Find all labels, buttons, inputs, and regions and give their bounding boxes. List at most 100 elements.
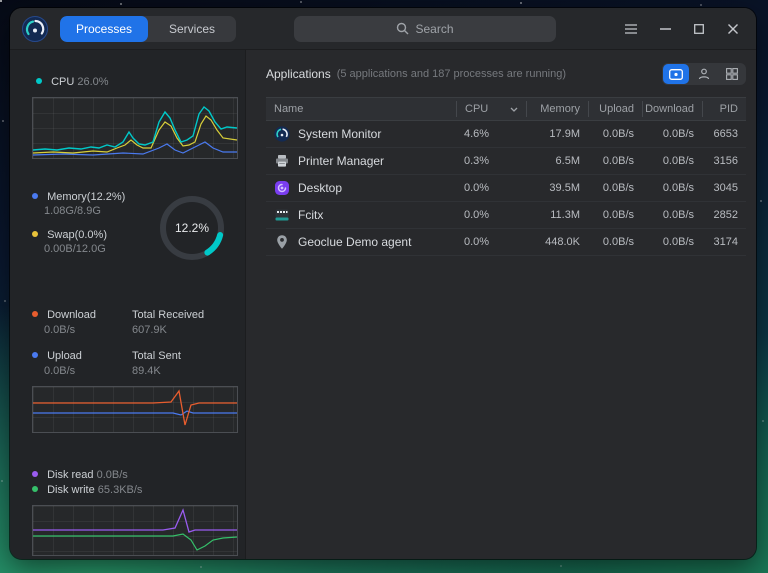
upload-dot-icon bbox=[32, 352, 38, 358]
maximize-button[interactable] bbox=[682, 12, 716, 46]
process-memory: 11.3M bbox=[550, 209, 580, 221]
memory-label: Memory(12.2%) bbox=[47, 191, 126, 203]
column-header-download[interactable]: Download bbox=[642, 101, 702, 117]
process-pid: 6653 bbox=[713, 128, 738, 140]
view-switcher bbox=[662, 63, 746, 85]
total-sent-stat: Total Sent 89.4K bbox=[132, 350, 237, 377]
disk-write-dot-icon bbox=[32, 486, 38, 492]
view-all-processes-button[interactable] bbox=[719, 64, 745, 84]
process-cpu: 0.0% bbox=[464, 182, 490, 194]
swap-detail: 0.00B/12.0G bbox=[44, 243, 106, 255]
table-row[interactable]: System Monitor 4.6% 17.9M 0.0B/s 0.0B/s … bbox=[266, 121, 746, 148]
table-row[interactable]: Geoclue Demo agent 0.0% 448.0K 0.0B/s 0.… bbox=[266, 229, 746, 256]
process-name: System Monitor bbox=[298, 127, 382, 141]
process-name: Fcitx bbox=[298, 208, 324, 222]
process-cpu: 0.0% bbox=[464, 236, 490, 248]
table-row[interactable]: Fcitx 0.0% 11.3M 0.0B/s 0.0B/s 2852 bbox=[266, 202, 746, 229]
system-monitor-icon bbox=[274, 126, 290, 142]
cpu-value: 26.0% bbox=[77, 76, 109, 88]
panel-header: Applications (5 applications and 187 pro… bbox=[266, 63, 746, 85]
menu-button[interactable] bbox=[614, 12, 648, 46]
search-input[interactable]: Search bbox=[294, 15, 556, 42]
memory-ring-value: 12.2% bbox=[174, 221, 210, 235]
cpu-dot-icon bbox=[36, 78, 42, 84]
process-download: 0.0B/s bbox=[662, 155, 694, 167]
process-upload: 0.0B/s bbox=[602, 128, 634, 140]
stats-sidebar: CPU 26.0% Memory(12.2%) 1.08G/8.9G Swap(… bbox=[10, 50, 246, 559]
panel-subtitle: (5 applications and 187 processes are ru… bbox=[336, 68, 567, 80]
printer-icon bbox=[276, 155, 288, 167]
tab-processes[interactable]: Processes bbox=[60, 15, 148, 42]
network-stats: Download 0.0B/s Total Received 607.9K Up… bbox=[32, 309, 237, 377]
search-icon bbox=[397, 22, 409, 35]
column-header-cpu[interactable]: CPU bbox=[456, 101, 526, 117]
app-logo-icon bbox=[22, 15, 48, 42]
process-download: 0.0B/s bbox=[662, 182, 694, 194]
view-my-processes-button[interactable] bbox=[691, 64, 717, 84]
column-header-upload[interactable]: Upload bbox=[588, 101, 642, 117]
download-value: 0.0B/s bbox=[44, 324, 76, 336]
disk-read-dot-icon bbox=[32, 471, 38, 477]
titlebar: Processes Services Search bbox=[10, 8, 756, 50]
cpu-stat: CPU 26.0% bbox=[36, 76, 237, 88]
search-placeholder: Search bbox=[415, 21, 454, 36]
memory-stat: Memory(12.2%) 1.08G/8.9G Swap(0.0%) 0.00… bbox=[32, 191, 237, 267]
process-upload: 0.0B/s bbox=[602, 209, 634, 221]
process-upload: 0.0B/s bbox=[602, 182, 634, 194]
chevron-down-icon bbox=[510, 107, 518, 112]
total-received-stat: Total Received 607.9K bbox=[132, 309, 237, 336]
upload-stat: Upload 0.0B/s bbox=[32, 350, 132, 377]
total-sent-value: 89.4K bbox=[132, 365, 161, 377]
process-memory: 448.0K bbox=[545, 236, 580, 248]
process-table: Name CPU Memory Upload Download PID Syst… bbox=[266, 97, 746, 256]
memory-dot-icon bbox=[32, 193, 38, 199]
disk-read-label: Disk read bbox=[47, 469, 94, 481]
table-row[interactable]: Printer Manager 0.3% 6.5M 0.0B/s 0.0B/s … bbox=[266, 148, 746, 175]
window-controls bbox=[614, 12, 750, 46]
process-cpu: 0.0% bbox=[464, 209, 490, 221]
process-download: 0.0B/s bbox=[662, 128, 694, 140]
process-name: Geoclue Demo agent bbox=[298, 235, 412, 249]
desktop-icon bbox=[275, 181, 289, 195]
cpu-label: CPU bbox=[51, 76, 75, 88]
process-panel: Applications (5 applications and 187 pro… bbox=[246, 50, 756, 559]
cpu-chart[interactable] bbox=[32, 97, 238, 159]
column-header-pid[interactable]: PID bbox=[702, 101, 746, 117]
minimize-button[interactable] bbox=[648, 12, 682, 46]
total-sent-label: Total Sent bbox=[132, 350, 181, 362]
location-pin-icon bbox=[277, 235, 287, 249]
process-pid: 3156 bbox=[713, 155, 738, 167]
swap-dot-icon bbox=[32, 231, 38, 237]
download-stat: Download 0.0B/s bbox=[32, 309, 132, 336]
close-button[interactable] bbox=[716, 12, 750, 46]
network-chart[interactable] bbox=[32, 386, 238, 433]
column-header-memory[interactable]: Memory bbox=[526, 101, 588, 117]
upload-value: 0.0B/s bbox=[44, 365, 76, 377]
process-download: 0.0B/s bbox=[662, 209, 694, 221]
memory-ring-chart: 12.2% bbox=[157, 193, 227, 263]
column-header-name[interactable]: Name bbox=[266, 101, 456, 117]
panel-title: Applications bbox=[266, 67, 331, 81]
process-cpu: 4.6% bbox=[464, 128, 490, 140]
memory-detail: 1.08G/8.9G bbox=[44, 205, 101, 217]
swap-label: Swap(0.0%) bbox=[47, 229, 107, 241]
process-download: 0.0B/s bbox=[662, 236, 694, 248]
disk-write-value: 65.3KB/s bbox=[97, 484, 143, 496]
fcitx-keyboard-icon bbox=[275, 209, 289, 221]
disk-chart[interactable] bbox=[32, 505, 238, 556]
process-cpu: 0.3% bbox=[464, 155, 490, 167]
table-header: Name CPU Memory Upload Download PID bbox=[266, 97, 746, 121]
upload-label: Upload bbox=[47, 350, 82, 362]
view-applications-button[interactable] bbox=[663, 64, 689, 84]
disk-read-value: 0.0B/s bbox=[96, 469, 128, 481]
download-dot-icon bbox=[32, 311, 38, 317]
table-row[interactable]: Desktop 0.0% 39.5M 0.0B/s 0.0B/s 3045 bbox=[266, 175, 746, 202]
process-name: Desktop bbox=[298, 181, 343, 195]
process-pid: 2852 bbox=[713, 209, 738, 221]
tab-services[interactable]: Services bbox=[148, 16, 236, 42]
process-memory: 39.5M bbox=[549, 182, 580, 194]
total-received-label: Total Received bbox=[132, 309, 205, 321]
process-pid: 3174 bbox=[713, 236, 738, 248]
mode-tabs: Processes Services bbox=[60, 15, 236, 42]
disk-write-label: Disk write bbox=[47, 484, 95, 496]
